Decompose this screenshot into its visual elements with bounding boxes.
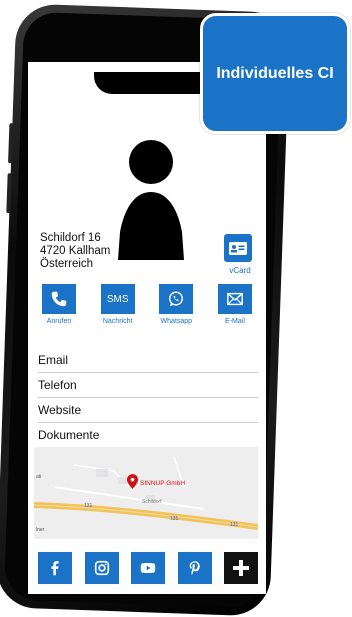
phone-screen: Schildorf 16 4720 Kallham Österreich vCa…	[28, 62, 266, 594]
instagram-icon	[94, 560, 109, 576]
whatsapp-icon	[169, 291, 184, 307]
map-road-number: 131	[170, 516, 179, 522]
volume-button	[6, 173, 12, 214]
call-button[interactable]	[42, 284, 76, 314]
contact-address: Schildorf 16 4720 Kallham Österreich	[40, 232, 110, 271]
facebook-icon	[51, 561, 59, 576]
map-place-label-edge: lner	[36, 527, 45, 533]
sms-button[interactable]: SMS	[100, 284, 135, 314]
action-whatsapp[interactable]: Whatsapp	[151, 284, 201, 325]
map-road-number: 131	[84, 503, 93, 509]
action-sms[interactable]: SMS Nachricht	[93, 284, 143, 325]
list-item-website[interactable]: Website	[38, 398, 258, 423]
map-road-number: 131	[230, 522, 239, 528]
address-city: 4720 Kallham	[40, 245, 111, 257]
avatar-silhouette-icon	[118, 140, 184, 260]
contact-card-icon	[229, 242, 247, 255]
plus-icon	[233, 560, 249, 576]
address-street: Schildorf 16	[40, 232, 101, 244]
sms-icon: SMS	[106, 293, 129, 305]
list-item-telefon[interactable]: Telefon	[38, 373, 258, 398]
map-place-label-edge: ati	[36, 474, 42, 480]
vcard-label[interactable]: vCard	[224, 266, 256, 275]
map-road-label: Schildorf	[142, 499, 162, 505]
youtube-button[interactable]	[131, 552, 165, 584]
mail-icon	[227, 292, 243, 306]
phone-icon	[51, 291, 67, 307]
map-roads	[34, 447, 258, 539]
vcard-button[interactable]	[224, 234, 252, 262]
contact-actions: Anrufen SMS Nachricht Whatsapp E-Mail	[34, 284, 260, 325]
map-pin-icon	[127, 474, 138, 489]
pinterest-button[interactable]	[177, 552, 212, 584]
contact-list: Email Telefon Website Dokumente	[38, 348, 258, 448]
individual-ci-badge: Individuelles CI	[200, 13, 350, 134]
list-item-dokumente[interactable]: Dokumente	[38, 423, 258, 448]
instagram-button[interactable]	[84, 552, 119, 584]
address-country: Österreich	[40, 258, 94, 270]
badge-text: Individuelles CI	[216, 65, 334, 82]
action-label: Whatsapp	[160, 318, 193, 325]
social-links	[38, 552, 258, 584]
email-button[interactable]	[217, 284, 252, 314]
action-call[interactable]: Anrufen	[34, 284, 84, 325]
action-label: E-Mail	[225, 318, 245, 325]
volume-button	[8, 123, 14, 164]
location-map[interactable]: SINNUP GmbH Schildorf 131 131 131 ati ln…	[34, 447, 258, 539]
whatsapp-button[interactable]	[159, 284, 194, 314]
list-item-email[interactable]: Email	[38, 348, 258, 373]
facebook-button[interactable]	[38, 552, 72, 584]
more-button[interactable]	[224, 552, 258, 584]
map-place-label: SINNUP GmbH	[140, 480, 186, 487]
action-label: Anrufen	[46, 318, 72, 325]
action-email[interactable]: E-Mail	[210, 284, 260, 325]
action-label: Nachricht	[102, 318, 133, 325]
youtube-icon	[140, 563, 156, 573]
pinterest-icon	[189, 561, 200, 575]
